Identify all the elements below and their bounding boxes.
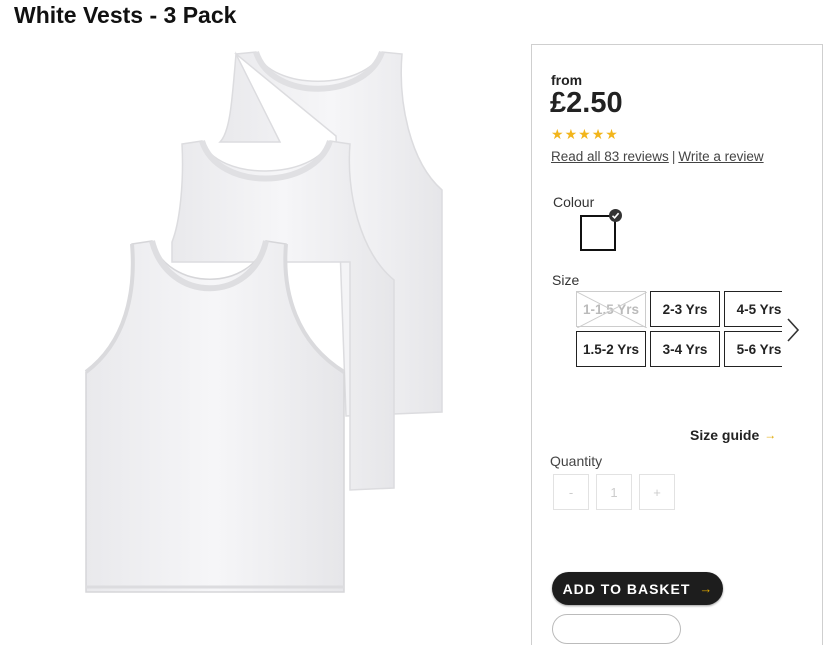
size-option-1.5-2-yrs[interactable]: 1.5-2 Yrs [576,331,646,367]
size-guide-label: Size guide [690,427,760,443]
reviews-links: Read all 83 reviews | Write a review [551,149,764,164]
add-to-basket-button[interactable]: ADD TO BASKET → [552,572,723,605]
product-image [84,50,443,593]
rating-stars: ★ ★ ★ ★ ★ [551,127,618,141]
star-icon: ★ [564,126,578,142]
checkmark-icon [609,209,622,222]
reviews-separator: | [671,149,676,164]
size-guide-link[interactable]: Size guide → [690,427,776,443]
write-review-link[interactable]: Write a review [678,149,763,164]
quantity-input[interactable]: 1 [596,474,632,510]
quantity-increase-button[interactable]: + [639,474,675,510]
unavailable-cross-icon [577,292,647,328]
star-icon: ★ [551,126,564,142]
size-option-1-1.5-yrs[interactable]: 1-1.5 Yrs [576,291,647,328]
size-option-4-5-yrs[interactable]: 4-5 Yrs [724,291,782,327]
secondary-action-button[interactable] [552,614,681,644]
size-option-label: 5-6 Yrs [736,341,782,357]
size-option-label: 1.5-2 Yrs [582,341,640,357]
size-option-label: 4-5 Yrs [736,301,782,317]
size-option-5-6-yrs[interactable]: 5-6 Yrs [724,331,782,367]
size-option-3-4-yrs[interactable]: 3-4 Yrs [650,331,720,367]
purchase-panel: from £2.50 ★ ★ ★ ★ ★ Read all 83 reviews… [531,44,823,645]
product-title: White Vests - 3 Pack [14,2,237,28]
size-option-label: 2-3 Yrs [662,301,708,317]
star-icon: ★ [578,126,591,142]
vest-front [84,240,346,593]
quantity-decrease-button[interactable]: - [553,474,589,510]
arrow-right-icon: → [699,581,713,596]
size-options: 1-1.5 Yrs 2-3 Yrs 4-5 Yrs 1.5-2 Yrs 3-4 … [576,291,782,367]
price-prefix: from [551,72,583,88]
quantity-stepper: - 1 + [553,474,675,510]
read-reviews-link[interactable]: Read all 83 reviews [551,149,669,164]
size-label: Size [552,272,580,288]
colour-label: Colour [553,194,595,210]
arrow-right-icon: → [764,428,777,442]
add-to-basket-label: ADD TO BASKET [562,580,691,597]
chevron-right-icon[interactable] [786,317,800,348]
star-icon: ★ [591,126,605,142]
size-option-2-3-yrs[interactable]: 2-3 Yrs [650,291,720,327]
price: £2.50 [550,87,623,119]
star-icon: ★ [605,126,618,142]
quantity-label: Quantity [550,453,603,469]
size-option-label: 3-4 Yrs [662,341,708,357]
